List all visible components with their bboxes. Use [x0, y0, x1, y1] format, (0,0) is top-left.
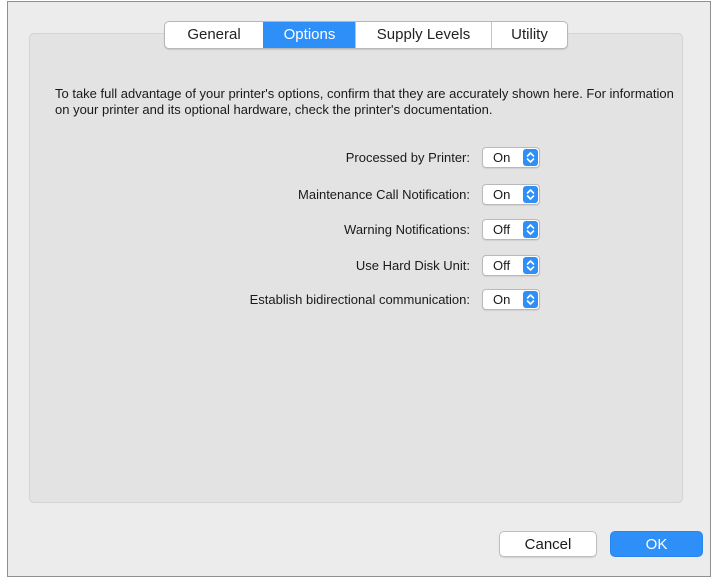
option-row-bidirectional-communication: Establish bidirectional communication: O…: [150, 289, 542, 311]
option-label: Use Hard Disk Unit:: [355, 258, 470, 273]
chevron-up-down-icon: [523, 149, 538, 166]
tab-supply-levels[interactable]: Supply Levels: [355, 22, 491, 48]
tab-options[interactable]: Options: [263, 22, 355, 48]
tab-utility[interactable]: Utility: [491, 22, 567, 48]
chevron-up-down-icon: [523, 186, 538, 203]
popup-value: On: [493, 292, 511, 307]
popup-value: On: [493, 187, 511, 202]
chevron-up-down-icon: [523, 291, 538, 308]
maintenance-call-notification-popup[interactable]: On: [482, 184, 540, 205]
ok-button[interactable]: OK: [610, 531, 703, 557]
cancel-button[interactable]: Cancel: [499, 531, 597, 557]
popup-value: Off: [493, 258, 511, 273]
option-label: Maintenance Call Notification:: [298, 187, 470, 202]
chevron-up-down-icon: [523, 257, 538, 274]
chevron-up-down-icon: [523, 221, 538, 238]
option-label: Processed by Printer:: [345, 150, 470, 165]
warning-notifications-popup[interactable]: Off: [482, 219, 540, 240]
option-row-processed-by-printer: Processed by Printer: On: [150, 147, 542, 169]
tab-general[interactable]: General: [165, 22, 263, 48]
option-label: Establish bidirectional communication:: [249, 292, 470, 307]
option-row-use-hard-disk-unit: Use Hard Disk Unit: Off: [150, 255, 542, 277]
options-description: To take full advantage of your printer's…: [55, 86, 674, 117]
option-row-warning-notifications: Warning Notifications: Off: [150, 219, 542, 241]
popup-value: On: [493, 150, 511, 165]
option-label: Warning Notifications:: [344, 222, 470, 237]
processed-by-printer-popup[interactable]: On: [482, 147, 540, 168]
popup-value: Off: [493, 222, 511, 237]
tab-bar: General Options Supply Levels Utility: [164, 21, 568, 49]
use-hard-disk-unit-popup[interactable]: Off: [482, 255, 540, 276]
option-row-maintenance-call-notification: Maintenance Call Notification: On: [150, 184, 542, 206]
bidirectional-communication-popup[interactable]: On: [482, 289, 540, 310]
